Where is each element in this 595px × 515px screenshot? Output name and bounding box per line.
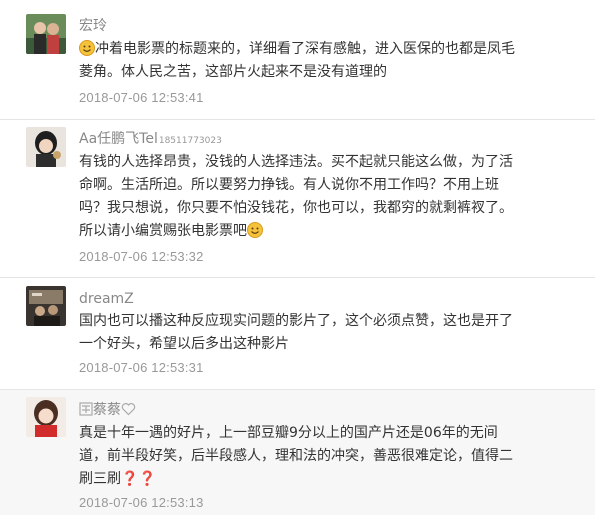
avatar[interactable]: [26, 397, 66, 437]
comment-item: 蔡蔡 真是十年一遇的好片，上一部豆瓣9分以上的国产片还是06年的无间 道，前半段…: [0, 390, 595, 515]
username-tail: 18511773023: [158, 136, 222, 146]
question-mark-icon: ❓: [138, 471, 156, 487]
avatar[interactable]: [26, 127, 66, 167]
comment-line: 吗？我只想说，你只要不怕没钱花，你也可以，我都穷的就剩裤衩了。: [79, 200, 513, 216]
smile-icon: [79, 40, 95, 56]
comment-line: 国内也可以播这种反应现实问题的影片了，这个必须点赞，这也是开了: [79, 313, 513, 329]
comment-text: 国内也可以播这种反应现实问题的影片了，这个必须点赞，这也是开了 一个好头，希望以…: [79, 310, 579, 356]
username[interactable]: 宏玲: [79, 17, 107, 35]
timestamp: 2018-07-06 12:53:41: [79, 90, 204, 105]
avatar[interactable]: [26, 14, 66, 54]
comment-line: 命啊。生活所迫。所以要努力挣钱。有人说你不用工作吗？不用上班: [79, 177, 499, 193]
comment-text: 真是十年一遇的好片，上一部豆瓣9分以上的国产片还是06年的无间 道，前半段好笑，…: [79, 422, 579, 491]
comment-line: 冲着电影票的标题来的，详细看了深有感触，进入医保的也都是凤毛: [95, 41, 515, 57]
comment-item: dreamZ 国内也可以播这种反应现实问题的影片了，这个必须点赞，这也是开了 一…: [0, 278, 595, 390]
username[interactable]: 蔡蔡: [79, 401, 136, 419]
comment-line: 道，前半段好笑，后半段感人，理和法的冲突，善恶很难定论，值得二: [79, 448, 513, 464]
timestamp: 2018-07-06 12:53:13: [79, 495, 204, 510]
decorative-text-icon: [79, 402, 93, 416]
avatar[interactable]: [26, 286, 66, 326]
timestamp: 2018-07-06 12:53:31: [79, 360, 204, 375]
comment-line: 真是十年一遇的好片，上一部豆瓣9分以上的国产片还是06年的无间: [79, 425, 498, 441]
comment-item: Aa任鹏飞Tel18511773023 有钱的人选择昂贵，没钱的人选择违法。买不…: [0, 120, 595, 278]
username-text: 蔡蔡: [93, 402, 121, 418]
comment-text: 冲着电影票的标题来的，详细看了深有感触，进入医保的也都是凤毛 菱角。体人民之苦，…: [79, 38, 579, 84]
comment-line: 刷三刷: [79, 471, 121, 487]
comment-line: 所以请小编赏赐张电影票吧: [79, 223, 247, 239]
username[interactable]: Aa任鹏飞Tel18511773023: [79, 130, 222, 150]
heart-outline-icon: [121, 403, 136, 416]
comment-list: 宏玲 冲着电影票的标题来的，详细看了深有感触，进入医保的也都是凤毛 菱角。体人民…: [0, 0, 595, 515]
username[interactable]: dreamZ: [79, 290, 134, 308]
comment-line: 一个好头，希望以后多出这种影片: [79, 336, 289, 352]
username-text: Aa任鹏飞Tel: [79, 131, 158, 147]
comment-line: 菱角。体人民之苦，这部片火起来不是没有道理的: [79, 64, 387, 80]
timestamp: 2018-07-06 12:53:32: [79, 249, 204, 264]
comment-text: 有钱的人选择昂贵，没钱的人选择违法。买不起就只能这么做，为了活 命啊。生活所迫。…: [79, 151, 579, 243]
question-mark-icon: ❓: [121, 471, 139, 487]
comment-item: 宏玲 冲着电影票的标题来的，详细看了深有感触，进入医保的也都是凤毛 菱角。体人民…: [0, 0, 595, 120]
comment-line: 有钱的人选择昂贵，没钱的人选择违法。买不起就只能这么做，为了活: [79, 154, 513, 170]
smile-icon: [247, 222, 263, 238]
